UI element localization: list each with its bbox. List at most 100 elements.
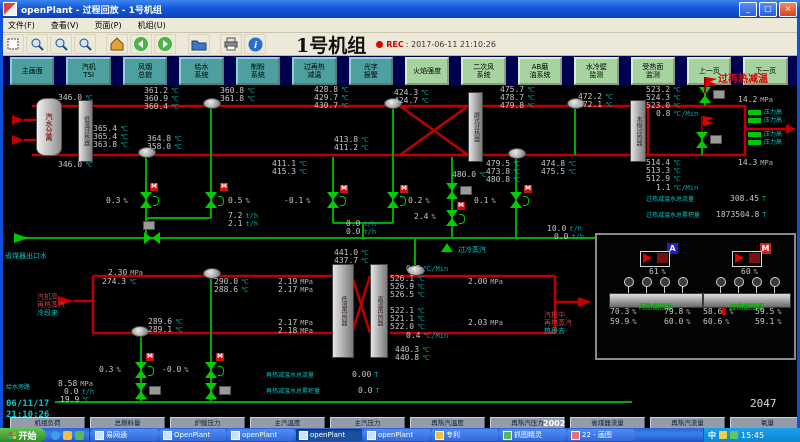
steam-water-separator: 汽水分离 (36, 98, 62, 156)
tab-main[interactable]: 主画面 (10, 57, 54, 85)
tab-turbine-tsi[interactable]: 汽机TSI (66, 57, 110, 85)
pressure-high-label: 压力高 (764, 117, 782, 125)
taskbar-item[interactable]: 抓图精灵 (500, 429, 566, 441)
maximize-button[interactable]: □ (759, 2, 777, 17)
damper-drive-icon[interactable] (660, 277, 670, 287)
tab-waterwall[interactable]: 水冷壁监测 (574, 57, 618, 85)
taskbar-item[interactable]: openPlant (228, 429, 294, 441)
tab-secondary-air[interactable]: 二次风系统 (461, 57, 505, 85)
title-bar: openPlant - 过程回放 - 1号机组 _ □ × (0, 0, 800, 18)
rh-block-valve[interactable] (205, 383, 217, 399)
rh-spray-valve[interactable] (135, 362, 147, 378)
hot-reheat-label: 汽机中 (544, 311, 565, 319)
taskbar-item[interactable]: 22 - 画图 (568, 429, 634, 441)
pressure-value: 2.18MPa (278, 327, 313, 335)
cold-reheat-label: 汽机高 (37, 293, 58, 301)
dome-valve-icon (131, 326, 149, 337)
minimize-button[interactable]: _ (739, 2, 757, 17)
ie-icon[interactable] (51, 431, 60, 440)
system-tray: 中 15:45 (703, 428, 800, 442)
damper-drive-icon[interactable] (642, 277, 652, 287)
rh-block-valve[interactable] (135, 383, 147, 399)
close-button[interactable]: × (779, 2, 797, 17)
sh-spray-total-label: 过热减温水总累积量 (646, 212, 700, 220)
zoom-in-icon[interactable] (26, 34, 48, 54)
taskbar-item-active[interactable]: openPlant (296, 429, 362, 441)
damper-drive-icon[interactable] (770, 277, 780, 287)
tab-air-flue[interactable]: 风烟总貌 (123, 57, 167, 85)
menu-page[interactable]: 页面(P) (87, 20, 130, 31)
select-tool-icon[interactable] (2, 34, 24, 54)
menu-unit[interactable]: 机组(U) (130, 20, 174, 31)
menu-view[interactable]: 查看(V) (43, 20, 87, 31)
tab-pulverizer[interactable]: 制粉系统 (236, 57, 280, 85)
zoom-out-icon[interactable] (50, 34, 72, 54)
actuator-box-icon (219, 386, 231, 395)
flow-value: 0.0t/h (346, 228, 376, 236)
tray-icon[interactable] (730, 431, 738, 439)
print-icon[interactable] (220, 34, 242, 54)
menu-file[interactable]: 文件(F) (0, 20, 43, 31)
valve-position-value: 0.2% (408, 197, 430, 205)
taskbar-item[interactable]: OpenPlant (160, 429, 226, 441)
m-badge: M (340, 185, 348, 193)
damper-drive-icon[interactable] (624, 277, 634, 287)
zoom-reset-icon[interactable] (74, 34, 96, 54)
actuator-box-icon (143, 221, 155, 230)
flow-total-value: 1873504.8T (716, 211, 767, 219)
sh-spray-flow-label: 过热减温水总流量 (646, 196, 694, 204)
eco-outlet-valve[interactable] (144, 232, 160, 244)
damper-drive-icon[interactable] (752, 277, 762, 287)
folder-icon[interactable] (63, 431, 72, 440)
low-temp-superheater: 低温过热器 (78, 100, 93, 162)
flow-total-value: 0.00T (352, 371, 378, 379)
tab-ab-mill-oil[interactable]: AB磨油系统 (518, 57, 562, 85)
spray-valve[interactable] (446, 210, 458, 226)
taskbar-item[interactable]: 专利 (432, 429, 498, 441)
tab-flame-intensity[interactable]: 火焰强度 (405, 57, 449, 85)
valve-position-value: 0.5% (228, 197, 250, 205)
vent-valve[interactable] (696, 132, 708, 148)
task-icon (95, 431, 104, 440)
tray-icon[interactable] (719, 431, 727, 439)
final-superheater: 末级过热器 (630, 100, 646, 162)
tab-feedwater[interactable]: 给水系统 (179, 57, 223, 85)
reheat-damper-bar: 再热侧挡板 (609, 293, 703, 308)
temp-value: 437.7℃ (334, 257, 369, 265)
tab-sh-rh-spray[interactable]: 过再热减温 (292, 57, 336, 85)
spray-valve[interactable] (327, 192, 339, 208)
quality-flag (722, 308, 726, 315)
taskbar-item[interactable]: openPlant (364, 429, 430, 441)
info-icon[interactable]: i (244, 34, 266, 54)
spray-valve[interactable] (205, 192, 217, 208)
actuator-icon (218, 196, 224, 206)
open-folder-icon[interactable] (188, 34, 210, 54)
ime-indicator[interactable]: 中 (708, 430, 716, 441)
nav-tab-row: 主画面 汽机TSI 风烟总貌 给水系统 制粉系统 过再热减温 光字报警 火焰强度… (0, 56, 800, 86)
start-button[interactable]: 开始 (0, 428, 46, 442)
home-icon[interactable] (106, 34, 128, 54)
temp-value: 415.3℃ (272, 168, 307, 176)
damper-drive-icon[interactable] (716, 277, 726, 287)
spray-valve[interactable] (510, 192, 522, 208)
pressure-value: 14.3MPa (738, 159, 773, 167)
block-valve[interactable] (446, 183, 458, 199)
damper-drive-icon[interactable] (734, 277, 744, 287)
rh-spray-valve[interactable] (205, 362, 217, 378)
tab-annunciator[interactable]: 光字报警 (349, 57, 393, 85)
spray-valve[interactable] (387, 192, 399, 208)
superheat-damper-bar: 过热侧挡板 (703, 293, 791, 308)
tab-heating-surface[interactable]: 受热面监测 (631, 57, 675, 85)
spray-valve[interactable] (140, 192, 152, 208)
temp-value: 430.7℃ (314, 102, 349, 110)
tray-clock[interactable]: 15:45 (741, 431, 764, 440)
damper-pct-value: 79.8% (664, 308, 690, 316)
cold-reheat-label: 冷段来 (37, 309, 58, 317)
forward-icon[interactable] (154, 34, 176, 54)
damper-drive-icon[interactable] (678, 277, 688, 287)
temp-value: 475.5℃ (541, 168, 576, 176)
toolbar: i 1号机组 REC : 2017-06-11 21:10:26 (0, 33, 800, 56)
app-shortcut-icon[interactable] (75, 431, 84, 440)
back-icon[interactable] (130, 34, 152, 54)
taskbar-item[interactable]: 易网通 (92, 429, 158, 441)
